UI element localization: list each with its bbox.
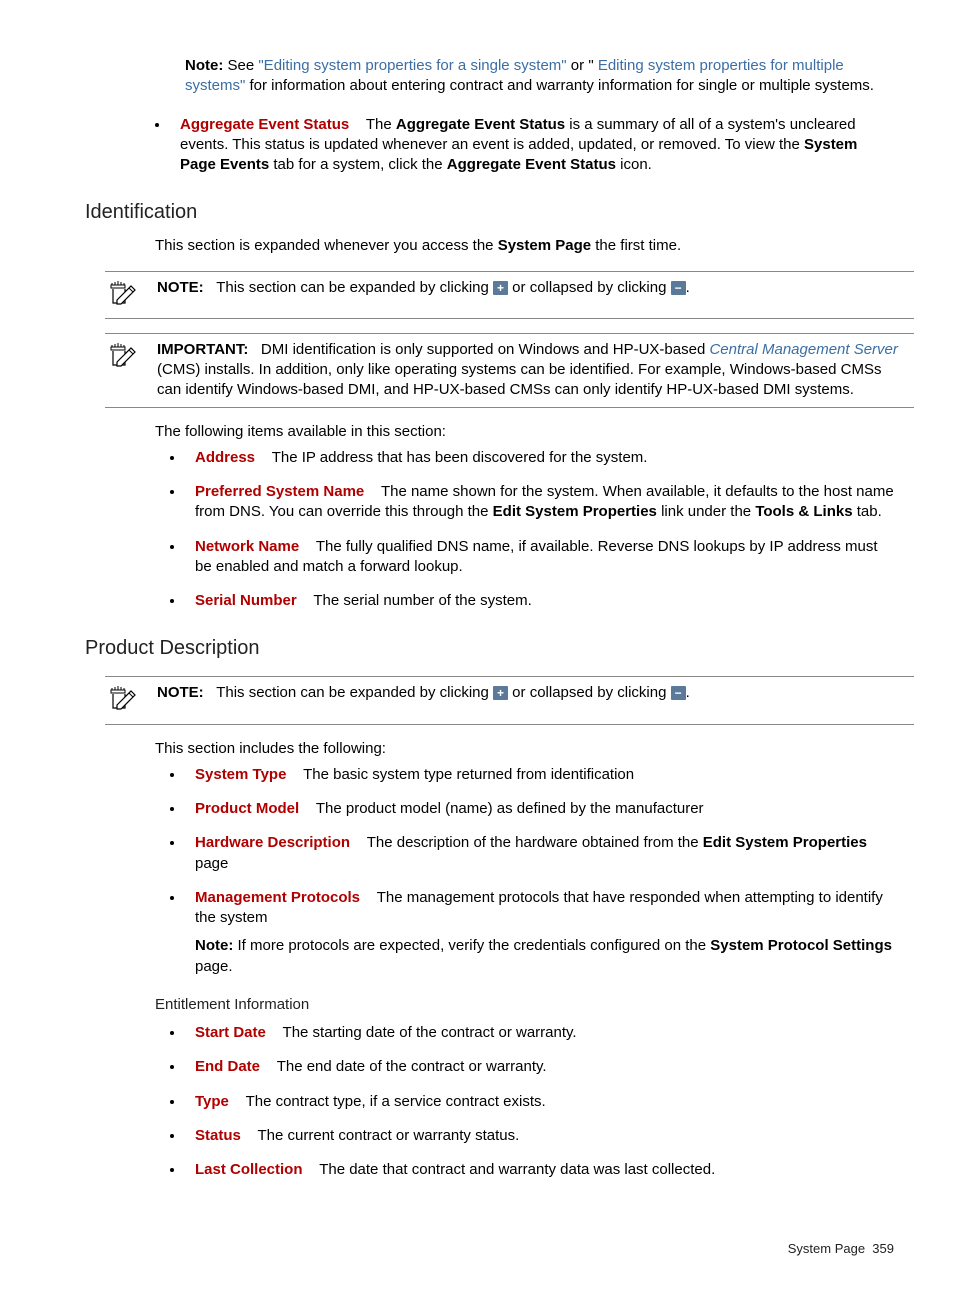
term-hardware-description: Hardware Description [195,834,350,851]
list-item: Address The IP address that has been dis… [185,448,894,468]
important-box: IMPORTANT: DMI identification is only su… [105,333,914,408]
note-box: NOTE: This section can be expanded by cl… [105,271,914,319]
list-item: End Date The end date of the contract or… [185,1057,894,1077]
term-last-collection: Last Collection [195,1161,303,1178]
list-item: Start Date The starting date of the cont… [185,1023,894,1043]
heading-identification: Identification [85,199,894,226]
list-item: Last Collection The date that contract a… [185,1160,894,1180]
term-serial-number: Serial Number [195,592,297,609]
list-item: Status The current contract or warranty … [185,1126,894,1146]
term-preferred-system-name: Preferred System Name [195,483,364,500]
expand-plus-icon[interactable]: + [493,686,508,700]
list-item: Type The contract type, if a service con… [185,1092,894,1112]
list-item: Serial Number The serial number of the s… [185,591,894,611]
term-address: Address [195,449,255,466]
pencil-note-icon [109,342,139,368]
note-label: Note: [185,57,223,74]
term-management-protocols: Management Protocols [195,889,360,906]
list-item: Preferred System Name The name shown for… [185,482,894,523]
note-paragraph: Note: See "Editing system properties for… [185,56,894,97]
heading-product-description: Product Description [85,635,894,662]
link-edit-single[interactable]: "Editing system properties for a single … [258,57,566,74]
term-end-date: End Date [195,1058,260,1075]
list-item: Management Protocols The management prot… [185,888,894,977]
list-item: Aggregate Event Status The Aggregate Eve… [170,115,894,176]
note-box: NOTE: This section can be expanded by cl… [105,676,914,724]
note-label: Note: [195,937,233,954]
list-item: System Type The basic system type return… [185,765,894,785]
term-network-name: Network Name [195,538,299,555]
items-intro: The following items available in this se… [155,422,894,442]
term-aggregate-event-status: Aggregate Event Status [180,116,349,133]
list-item: Hardware Description The description of … [185,833,894,874]
product-intro: This section includes the following: [155,739,894,759]
identification-intro: This section is expanded whenever you ac… [155,236,894,256]
expand-plus-icon[interactable]: + [493,281,508,295]
note-label: NOTE: [157,279,204,296]
list-item: Product Model The product model (name) a… [185,799,894,819]
term-type: Type [195,1093,229,1110]
collapse-minus-icon[interactable]: − [671,686,686,700]
term-system-type: System Type [195,766,286,783]
list-item: Network Name The fully qualified DNS nam… [185,537,894,578]
term-product-model: Product Model [195,800,299,817]
note-label: NOTE: [157,684,204,701]
page-footer: System Page 359 [85,1240,894,1258]
important-label: IMPORTANT: [157,341,248,358]
term-start-date: Start Date [195,1024,266,1041]
heading-entitlement-information: Entitlement Information [155,995,894,1015]
term-status: Status [195,1127,241,1144]
link-cms[interactable]: Central Management Server [709,341,897,358]
pencil-note-icon [109,280,139,306]
collapse-minus-icon[interactable]: − [671,281,686,295]
pencil-note-icon [109,685,139,711]
